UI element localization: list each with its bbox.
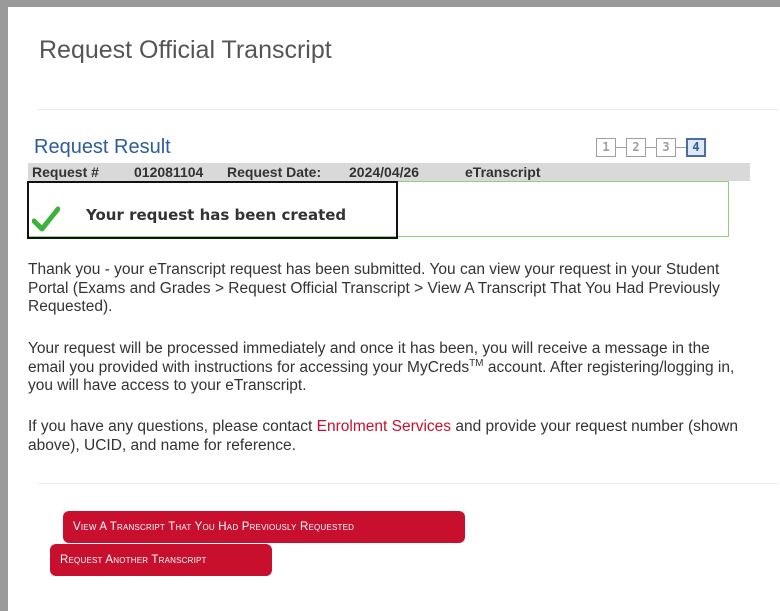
section-title: Request Result xyxy=(34,136,171,158)
contact-text: If you have any questions, please contac… xyxy=(28,418,317,435)
request-info-bar: Request # 012081104 Request Date: 2024/0… xyxy=(28,163,750,181)
content-divider xyxy=(38,483,778,484)
confirmation-paragraph: Thank you - your eTranscript request has… xyxy=(28,261,720,315)
window-frame-left xyxy=(0,0,8,611)
trademark-sup: TM xyxy=(469,357,484,369)
view-previous-transcript-button[interactable]: View A Transcript That You Had Previousl… xyxy=(63,511,465,543)
request-number-value: 012081104 xyxy=(134,164,204,180)
request-date-label: Request Date: xyxy=(227,164,322,180)
contact-paragraph: If you have any questions, please contac… xyxy=(28,418,740,455)
step-1: 1 xyxy=(596,138,616,157)
result-message: Your request has been created xyxy=(86,206,347,224)
request-date-value: 2024/04/26 xyxy=(349,164,420,180)
checkmark-icon xyxy=(32,206,60,232)
step-connector xyxy=(616,147,626,148)
step-4-current: 4 xyxy=(686,138,706,157)
processing-paragraph: Your request will be processed immediate… xyxy=(28,340,740,396)
window-frame-top xyxy=(0,0,780,7)
title-divider xyxy=(38,109,778,110)
step-connector xyxy=(676,147,686,148)
request-another-transcript-button[interactable]: Request Another Transcript xyxy=(50,544,272,576)
request-type: eTranscript xyxy=(465,164,541,180)
page-title: Request Official Transcript xyxy=(39,36,332,64)
step-3: 3 xyxy=(656,138,676,157)
request-number-label: Request # xyxy=(32,164,99,180)
enrolment-services-link[interactable]: Enrolment Services xyxy=(317,418,451,435)
step-connector xyxy=(646,147,656,148)
step-2: 2 xyxy=(626,138,646,157)
